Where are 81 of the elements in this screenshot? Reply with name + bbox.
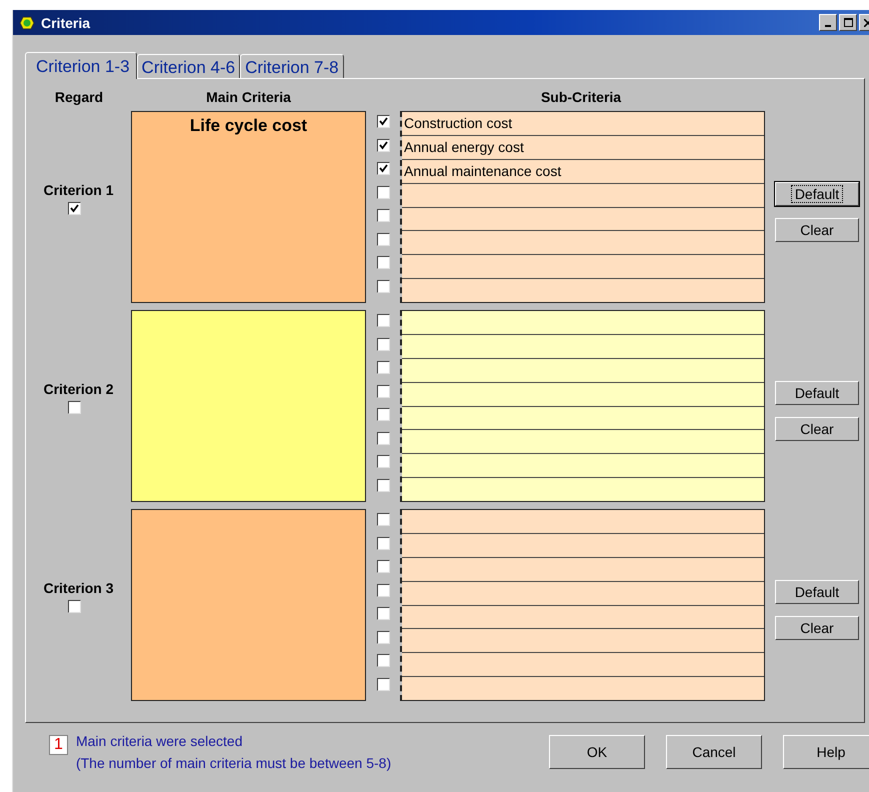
subcriterion-field[interactable] — [402, 534, 764, 558]
subcriterion-field[interactable] — [402, 406, 764, 430]
hint-text: (The number of main criteria must be between 5-8) — [76, 755, 392, 771]
main-criterion-field[interactable] — [131, 310, 366, 502]
subcriterion-checkbox[interactable] — [376, 115, 390, 128]
default-button[interactable]: Default — [775, 580, 859, 604]
subcriterion-field[interactable]: Annual maintenance cost — [402, 160, 764, 184]
subcriterion-checkbox[interactable] — [376, 232, 390, 246]
subcriterion-field[interactable] — [402, 653, 764, 678]
subcriterion-checkbox[interactable] — [376, 162, 390, 175]
subcriterion-checkbox[interactable] — [376, 361, 390, 374]
subcriterion-field[interactable] — [402, 255, 764, 280]
minimize-icon — [825, 24, 831, 26]
subcriterion-checkbox[interactable] — [376, 536, 390, 550]
subcriterion-field[interactable] — [402, 382, 764, 406]
count-field: 1 — [49, 735, 68, 755]
subcriterion-field[interactable] — [402, 231, 764, 256]
minimize-button[interactable] — [819, 14, 837, 31]
tab[interactable]: Criterion 1-3 — [25, 52, 137, 79]
maximize-button[interactable] — [839, 14, 857, 31]
app-icon — [19, 16, 35, 30]
default-button[interactable]: Default — [775, 182, 859, 206]
subcriterion-field[interactable] — [402, 358, 764, 383]
subcriterion-checkbox[interactable] — [376, 186, 390, 198]
subcriterion-checkbox[interactable] — [376, 455, 390, 468]
default-button[interactable]: Default — [775, 381, 859, 405]
subcriterion-checkbox[interactable] — [376, 630, 390, 644]
maximize-icon — [844, 18, 852, 27]
subcriterion-checkbox[interactable] — [376, 478, 390, 492]
subcriterion-checkbox[interactable] — [376, 560, 390, 573]
subcriterion-field[interactable] — [402, 582, 764, 606]
subcriterion-checkbox[interactable] — [376, 256, 390, 269]
subcriterion-checkbox[interactable] — [376, 280, 390, 292]
subcriterion-field[interactable] — [402, 279, 764, 302]
subcriterion-field[interactable] — [402, 334, 764, 359]
subcriterion-field[interactable] — [402, 430, 764, 454]
regard-checkbox[interactable] — [68, 401, 81, 414]
subcriterion-checkbox[interactable] — [376, 408, 390, 421]
subcriterion-checkbox[interactable] — [376, 138, 390, 152]
subcriterion-field[interactable]: Annual energy cost — [402, 136, 764, 160]
dialog-button[interactable]: OK — [549, 735, 645, 769]
subcriterion-field[interactable]: Construction cost — [402, 112, 764, 136]
status-message: Main criteria were selected — [76, 733, 244, 749]
subcriterion-checkbox[interactable] — [376, 607, 390, 620]
subcriterion-field[interactable] — [402, 510, 764, 534]
main-criterion-field[interactable] — [131, 509, 366, 701]
column-header: Sub-Criteria — [540, 89, 622, 107]
subcriterion-checkbox[interactable] — [376, 314, 390, 327]
tab[interactable]: Criterion 4-6 — [136, 54, 240, 78]
subcriterion-field[interactable] — [402, 677, 764, 700]
subcriterion-checkbox[interactable] — [376, 432, 390, 444]
subcriterion-checkbox[interactable] — [376, 209, 390, 222]
subcriterion-checkbox[interactable] — [376, 513, 390, 526]
regard-checkbox[interactable] — [68, 600, 81, 613]
main-criterion-field[interactable]: Life cycle cost — [131, 111, 366, 303]
subcriterion-checkbox[interactable] — [376, 584, 390, 596]
clear-button[interactable]: Clear — [775, 417, 859, 441]
clear-button[interactable]: Clear — [775, 616, 859, 640]
column-header: Main Criteria — [205, 89, 292, 107]
subcriterion-field[interactable] — [402, 454, 764, 478]
dialog-button[interactable]: Help — [783, 735, 869, 769]
tab[interactable]: Criterion 7-8 — [240, 54, 344, 78]
dialog-button[interactable]: Cancel — [666, 735, 762, 769]
subcriterion-checkbox[interactable] — [376, 678, 390, 690]
regard-checkbox[interactable] — [68, 202, 81, 215]
subcriterion-checkbox[interactable] — [376, 384, 390, 398]
subcriterion-field[interactable] — [402, 606, 764, 630]
window-title: Criteria — [41, 14, 92, 30]
criterion-label: Criterion 3 — [43, 580, 114, 596]
clear-button[interactable]: Clear — [775, 218, 859, 242]
subcriterion-field[interactable] — [402, 629, 764, 654]
subcriterion-field[interactable] — [402, 478, 764, 501]
subcriterion-field[interactable] — [402, 558, 764, 582]
subcriterion-checkbox[interactable] — [376, 654, 390, 667]
column-header: Regard — [54, 89, 104, 107]
subcriterion-field[interactable] — [402, 208, 764, 232]
subcriterion-field[interactable] — [402, 184, 764, 208]
subcriterion-checkbox[interactable] — [376, 338, 390, 350]
subcriterion-field[interactable] — [402, 311, 764, 335]
criterion-label: Criterion 2 — [43, 381, 114, 397]
criterion-label: Criterion 1 — [43, 182, 114, 198]
